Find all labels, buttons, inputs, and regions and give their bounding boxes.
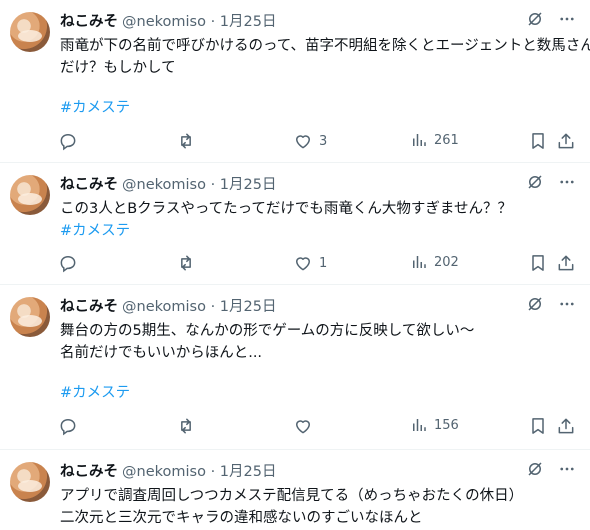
tweet-line: アプリで調査周回しつつカメステ配信見てる（めっちゃおたくの休日） [60,488,524,504]
retweet-icon [176,416,196,436]
share-button[interactable] [556,416,576,436]
grok-icon[interactable] [526,295,544,313]
retweet-icon [176,253,196,273]
like-button[interactable]: 3 [293,131,327,151]
share-icon [556,416,576,436]
avatar[interactable] [10,175,50,215]
tweet[interactable]: ねこみそ @nekomiso · 1月25日 雨竜が下の名前で呼びかけるのって、苗… [0,0,590,163]
view-count: 261 [434,132,459,148]
like-count: 3 [319,133,328,149]
separator: · [210,177,216,193]
display-name[interactable]: ねこみそ [60,299,118,315]
grok-icon[interactable] [526,10,544,28]
more-icon[interactable] [558,460,576,478]
timestamp[interactable]: 1月25日 [220,14,277,30]
like-icon [293,416,313,436]
retweet-icon [176,131,196,151]
tweet-line: この3人とBクラスやってたってだけでも雨竜くん大物すぎません？？ [60,201,512,217]
bookmark-icon [528,253,548,273]
more-icon[interactable] [558,173,576,191]
tweet-header: ねこみそ @nekomiso · 1月25日 [60,175,276,195]
reply-button[interactable] [58,253,78,273]
tweet[interactable]: ねこみそ @nekomiso · 1月25日 舞台の方の5期生、なんかの形でゲーム… [0,285,590,450]
timestamp[interactable]: 1月25日 [220,464,277,480]
display-name[interactable]: ねこみそ [60,14,118,30]
hashtag-link[interactable]: #カメステ [60,97,575,119]
share-icon [556,131,576,151]
timestamp[interactable]: 1月25日 [220,299,277,315]
views-icon [410,131,428,149]
avatar[interactable] [10,12,50,52]
view-count: 202 [434,254,459,270]
tweet-line: 名前だけでもいいからほんと... [60,345,263,361]
user-handle[interactable]: @nekomiso [122,299,206,315]
tweet-header: ねこみそ @nekomiso · 1月25日 [60,12,276,32]
action-bar: 156 [58,416,578,438]
hashtag-link[interactable]: #カメステ [60,382,575,404]
bookmark-button[interactable] [528,253,548,273]
tweet-line: だけ？もしかして [60,60,176,76]
reply-icon [58,131,78,151]
share-button[interactable] [556,131,576,151]
bookmark-button[interactable] [528,416,548,436]
more-icon[interactable] [558,295,576,313]
bookmark-icon [528,131,548,151]
tweet-header: ねこみそ @nekomiso · 1月25日 [60,462,276,482]
reply-icon [58,253,78,273]
user-handle[interactable]: @nekomiso [122,464,206,480]
tweet-text: この3人とBクラスやってたってだけでも雨竜くん大物すぎません？？ #カメステ [60,198,575,242]
separator: · [210,464,216,480]
tweet[interactable]: ねこみそ @nekomiso · 1月25日 アプリで調査周回しつつカメステ配信見… [0,450,590,530]
tweet-line: 二次元と三次元でキャラの違和感ないのすごいなほんと [60,510,423,526]
display-name[interactable]: ねこみそ [60,177,118,193]
separator: · [210,299,216,315]
views-button[interactable]: 261 [410,131,459,149]
views-button[interactable]: 202 [410,253,459,271]
retweet-button[interactable] [176,416,196,436]
action-bar: 1 202 [58,253,578,275]
avatar[interactable] [10,462,50,502]
like-icon [293,131,313,151]
retweet-button[interactable] [176,253,196,273]
avatar[interactable] [10,297,50,337]
action-bar: 3 261 [58,131,578,153]
views-button[interactable]: 156 [410,416,459,434]
grok-icon[interactable] [526,460,544,478]
user-handle[interactable]: @nekomiso [122,14,206,30]
share-icon [556,253,576,273]
user-handle[interactable]: @nekomiso [122,177,206,193]
like-count: 1 [319,255,328,271]
like-icon [293,253,313,273]
tweet-text: アプリで調査周回しつつカメステ配信見てる（めっちゃおたくの休日） 二次元と三次元… [60,485,575,529]
like-button[interactable]: 1 [293,253,327,273]
view-count: 156 [434,417,459,433]
hashtag-link[interactable]: #カメステ [60,220,575,242]
reply-icon [58,416,78,436]
views-icon [410,253,428,271]
tweet-line: 舞台の方の5期生、なんかの形でゲームの方に反映して欲しい〜 [60,323,475,339]
display-name[interactable]: ねこみそ [60,464,118,480]
like-button[interactable] [293,416,319,436]
grok-icon[interactable] [526,173,544,191]
retweet-button[interactable] [176,131,196,151]
reply-button[interactable] [58,131,78,151]
more-icon[interactable] [558,10,576,28]
timestamp[interactable]: 1月25日 [220,177,277,193]
views-icon [410,416,428,434]
reply-button[interactable] [58,416,78,436]
bookmark-icon [528,416,548,436]
tweet-text: 雨竜が下の名前で呼びかけるのって、苗字不明組を除くとエージェントと数馬さん だけ… [60,35,590,119]
share-button[interactable] [556,253,576,273]
tweet-header: ねこみそ @nekomiso · 1月25日 [60,297,276,317]
tweet-line: 雨竜が下の名前で呼びかけるのって、苗字不明組を除くとエージェントと数馬さん [60,38,590,54]
tweet-text: 舞台の方の5期生、なんかの形でゲームの方に反映して欲しい〜 名前だけでもいいから… [60,320,575,404]
separator: · [210,14,216,30]
bookmark-button[interactable] [528,131,548,151]
tweet[interactable]: ねこみそ @nekomiso · 1月25日 この3人とBクラスやってたってだけで… [0,163,590,285]
